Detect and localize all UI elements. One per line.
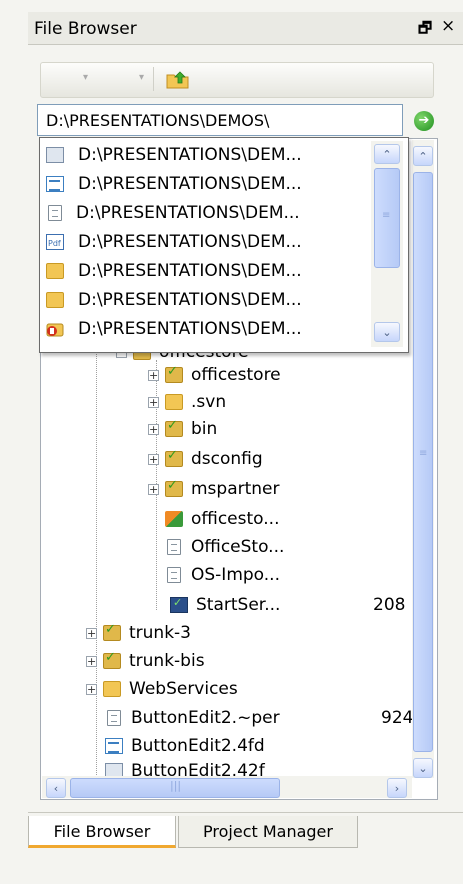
- autocomplete-item[interactable]: D:\PRESENTATIONS\DEM...: [46, 317, 302, 341]
- autocomplete-item-label: D:\PRESENTATIONS\DEM...: [78, 174, 302, 194]
- tree-row-label: ButtonEdit2.4fd: [131, 736, 265, 756]
- autocomplete-item[interactable]: D:\PRESENTATIONS\DEM...: [46, 288, 302, 312]
- tree-row-label: bin: [191, 419, 218, 439]
- tree-row-label: officestore: [191, 365, 281, 385]
- document-icon: [48, 205, 62, 221]
- autocomplete-item-label: D:\PRESENTATIONS\DEM...: [78, 319, 302, 339]
- dropdown-scroll-down-button[interactable]: ⌄: [374, 322, 400, 342]
- versioned-folder-icon: [165, 418, 183, 437]
- go-arrow-icon[interactable]: ➔: [414, 111, 434, 131]
- folder-icon: [46, 263, 64, 279]
- versioned-folder-icon: [165, 364, 183, 383]
- autocomplete-item-label: D:\PRESENTATIONS\DEM...: [76, 203, 300, 223]
- autocomplete-item-label: D:\PRESENTATIONS\DEM...: [78, 290, 302, 310]
- tree-row-label: OfficeSto...: [191, 537, 285, 557]
- autocomplete-item[interactable]: Pdf D:\PRESENTATIONS\DEM...: [46, 230, 302, 254]
- scroll-down-button[interactable]: ⌄: [413, 758, 433, 778]
- forward-history-dropdown[interactable]: ▾: [139, 72, 144, 83]
- form-file-icon: [46, 176, 64, 192]
- scroll-up-button[interactable]: ⌃: [413, 146, 433, 166]
- folder-icon: [103, 681, 121, 697]
- tree-row[interactable]: + trunk-3: [86, 621, 191, 645]
- tree-row-label: OS-Impo...: [191, 565, 280, 585]
- tree-row-label: officesto...: [191, 509, 280, 529]
- panel-title: File Browser: [34, 19, 137, 39]
- autocomplete-item-label: D:\PRESENTATIONS\DEM...: [78, 145, 302, 165]
- tree-row-label: trunk-bis: [129, 651, 205, 671]
- file-size: 208: [373, 595, 406, 615]
- scroll-grip-icon: ≡: [419, 448, 428, 459]
- float-window-icon[interactable]: 🗗: [418, 18, 432, 43]
- expand-toggle[interactable]: +: [86, 627, 97, 639]
- tree-guide-line: [96, 350, 97, 795]
- versioned-folder-icon: [165, 478, 183, 497]
- tree-row[interactable]: + mspartner: [148, 477, 280, 501]
- autocomplete-item-label: D:\PRESENTATIONS\DEM...: [78, 261, 302, 281]
- tree-row[interactable]: OS-Impo...: [165, 563, 280, 587]
- tree-row-label: WebServices: [129, 679, 238, 699]
- scroll-left-button[interactable]: ‹: [46, 778, 66, 798]
- gear-file-icon: [46, 147, 64, 163]
- expand-toggle[interactable]: +: [148, 453, 159, 465]
- expand-toggle[interactable]: +: [148, 483, 159, 495]
- autocomplete-item[interactable]: D:\PRESENTATIONS\DEM...: [46, 143, 302, 167]
- tree-row[interactable]: + .svn: [148, 390, 226, 414]
- tree-row[interactable]: officesto...: [165, 507, 279, 531]
- tree-row[interactable]: ButtonEdit2.4fd: [105, 734, 265, 758]
- tab-project-manager[interactable]: Project Manager: [178, 816, 358, 848]
- back-history-dropdown[interactable]: ▾: [83, 72, 88, 83]
- tree-row[interactable]: + trunk-bis: [86, 649, 205, 673]
- document-icon: [107, 710, 121, 726]
- tree-row[interactable]: + WebServices: [86, 677, 238, 701]
- tree-row[interactable]: StartSer...: [170, 593, 280, 617]
- expand-toggle[interactable]: +: [86, 655, 97, 667]
- tree-row-label: StartSer...: [196, 595, 281, 615]
- tree-row-label: mspartner: [191, 479, 280, 499]
- autocomplete-item[interactable]: D:\PRESENTATIONS\DEM...: [46, 201, 300, 225]
- tree-row[interactable]: + dsconfig: [148, 447, 263, 471]
- tree-row[interactable]: + officestore: [148, 363, 281, 387]
- project-icon: [165, 511, 183, 527]
- versioned-folder-icon: [165, 448, 183, 467]
- close-icon[interactable]: ×: [441, 16, 455, 36]
- vertical-scroll-thumb[interactable]: [413, 172, 433, 752]
- scroll-right-button[interactable]: ›: [387, 778, 407, 798]
- toolbar-separator: [153, 67, 154, 91]
- scroll-grip-icon: |||: [170, 779, 182, 792]
- file-size: 924: [381, 708, 414, 728]
- path-input[interactable]: [37, 104, 403, 136]
- svg-text:Pdf: Pdf: [48, 239, 61, 248]
- tree-row-label: ButtonEdit2.~per: [131, 708, 280, 728]
- office-icon: [46, 321, 64, 337]
- tree-row[interactable]: + bin: [148, 417, 217, 441]
- document-icon: [167, 567, 181, 583]
- document-icon: [167, 539, 181, 555]
- folder-icon: [46, 292, 64, 308]
- dropdown-scroll-up-button[interactable]: ⌃: [374, 144, 400, 164]
- up-folder-icon[interactable]: [166, 68, 190, 90]
- versioned-folder-icon: [103, 650, 121, 669]
- expand-toggle[interactable]: +: [86, 683, 97, 695]
- autocomplete-item[interactable]: D:\PRESENTATIONS\DEM...: [46, 172, 302, 196]
- pdf-file-icon: Pdf: [46, 234, 64, 250]
- tab-file-browser[interactable]: File Browser: [28, 816, 176, 848]
- autocomplete-item-label: D:\PRESENTATIONS\DEM...: [78, 232, 302, 252]
- autocomplete-item[interactable]: D:\PRESENTATIONS\DEM...: [46, 259, 302, 283]
- tree-row[interactable]: OfficeSto...: [165, 535, 284, 559]
- versioned-folder-icon: [103, 622, 121, 641]
- tree-row-label: trunk-3: [129, 623, 191, 643]
- scroll-grip-icon: ≡: [382, 210, 391, 221]
- tree-row-label: dsconfig: [191, 449, 263, 469]
- form-file-icon: [105, 738, 123, 754]
- executable-icon: [170, 596, 188, 613]
- expand-toggle[interactable]: +: [148, 423, 159, 435]
- folder-icon: [165, 394, 183, 410]
- expand-toggle[interactable]: +: [148, 396, 159, 408]
- tree-row-label: .svn: [191, 392, 227, 412]
- toolbar: [40, 62, 434, 98]
- expand-toggle[interactable]: +: [148, 369, 159, 381]
- tree-row[interactable]: ButtonEdit2.~per: [105, 706, 280, 730]
